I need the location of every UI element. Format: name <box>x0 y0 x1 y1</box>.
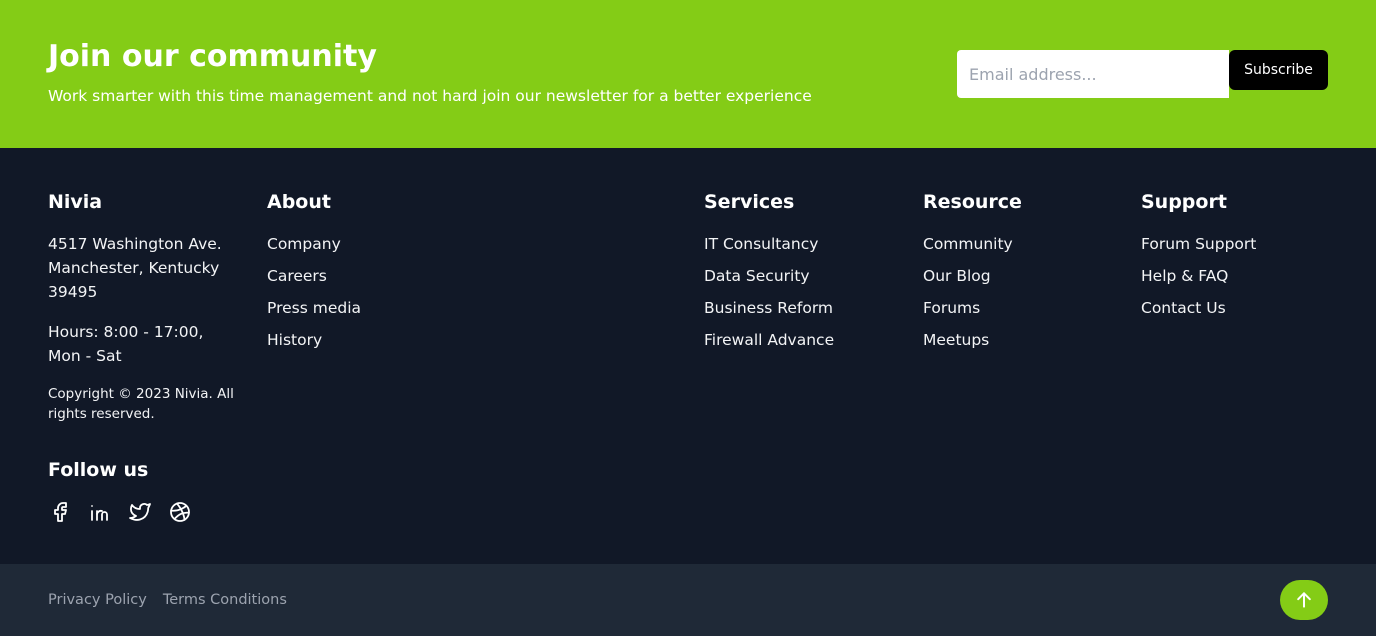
email-input[interactable] <box>957 50 1229 98</box>
dribbble-link[interactable] <box>168 500 192 524</box>
brand-name: Nivia <box>48 191 103 213</box>
facebook-icon <box>54 502 67 522</box>
footer-link-our-blog[interactable]: Our Blog <box>923 267 991 285</box>
newsletter-section: Join our community Work smarter with thi… <box>0 0 1376 148</box>
terms-conditions-link[interactable]: Terms Conditions <box>163 590 287 610</box>
footer-bottom-bar: Privacy Policy Terms Conditions <box>0 564 1376 636</box>
services-title: Services <box>704 191 795 213</box>
linkedin-link[interactable] <box>88 500 112 524</box>
footer-link-community[interactable]: Community <box>923 235 1013 253</box>
address-line: 4517 Washington Ave. <box>48 235 222 253</box>
footer-link-contact-us[interactable]: Contact Us <box>1141 299 1226 317</box>
footer-link-help-faq[interactable]: Help & FAQ <box>1141 267 1228 285</box>
social-links <box>48 500 192 524</box>
resource-title: Resource <box>923 191 1022 213</box>
hours-line: Hours: 8:00 - 17:00, <box>48 323 204 341</box>
services-column: Services IT Consultancy Data Security Bu… <box>704 190 834 360</box>
support-title: Support <box>1141 191 1227 213</box>
footer-link-forums[interactable]: Forums <box>923 299 980 317</box>
footer-link-firewall-advance[interactable]: Firewall Advance <box>704 331 834 349</box>
footer-link-history[interactable]: History <box>267 331 322 349</box>
privacy-policy-link[interactable]: Privacy Policy <box>48 590 147 610</box>
newsletter-subtitle: Work smarter with this time management a… <box>48 87 812 105</box>
about-title: About <box>267 191 331 213</box>
copyright-text: Copyright © 2023 Nivia. All rights reser… <box>48 386 234 422</box>
facebook-link[interactable] <box>48 500 72 524</box>
twitter-link[interactable] <box>128 500 152 524</box>
dribbble-icon <box>170 502 190 522</box>
brand-hours: Hours: 8:00 - 17:00, Mon - Sat <box>48 320 238 368</box>
scroll-to-top-button[interactable] <box>1280 580 1328 620</box>
about-links: Company Careers Press media History <box>267 232 361 360</box>
footer-link-business-reform[interactable]: Business Reform <box>704 299 833 317</box>
legal-links: Privacy Policy Terms Conditions <box>48 590 287 610</box>
newsletter-title: Join our community <box>48 39 377 74</box>
brand-column: Nivia <box>48 190 102 214</box>
hours-line: Mon - Sat <box>48 347 122 365</box>
services-links: IT Consultancy Data Security Business Re… <box>704 232 834 360</box>
footer-link-careers[interactable]: Careers <box>267 267 327 285</box>
support-column: Support Forum Support Help & FAQ Contact… <box>1141 190 1256 328</box>
footer-main: Nivia 4517 Washington Ave. Manchester, K… <box>0 148 1376 564</box>
resource-column: Resource Community Our Blog Forums Meetu… <box>923 190 1022 360</box>
support-links: Forum Support Help & FAQ Contact Us <box>1141 232 1256 328</box>
twitter-icon <box>129 503 151 521</box>
footer-link-company[interactable]: Company <box>267 235 341 253</box>
arrow-up-icon <box>1297 592 1311 608</box>
footer-link-press-media[interactable]: Press media <box>267 299 361 317</box>
address-line: Manchester, Kentucky <box>48 259 220 277</box>
footer-link-it-consultancy[interactable]: IT Consultancy <box>704 235 818 253</box>
footer-link-data-security[interactable]: Data Security <box>704 267 810 285</box>
linkedin-icon <box>91 505 108 521</box>
subscribe-button[interactable]: Subscribe <box>1229 50 1328 90</box>
footer-link-forum-support[interactable]: Forum Support <box>1141 235 1256 253</box>
address-line: 39495 <box>48 283 98 301</box>
resource-links: Community Our Blog Forums Meetups <box>923 232 1022 360</box>
brand-address: 4517 Washington Ave. Manchester, Kentuck… <box>48 232 238 304</box>
footer-link-meetups[interactable]: Meetups <box>923 331 989 349</box>
about-column: About Company Careers Press media Histor… <box>267 190 361 360</box>
follow-us-title: Follow us <box>48 459 149 481</box>
